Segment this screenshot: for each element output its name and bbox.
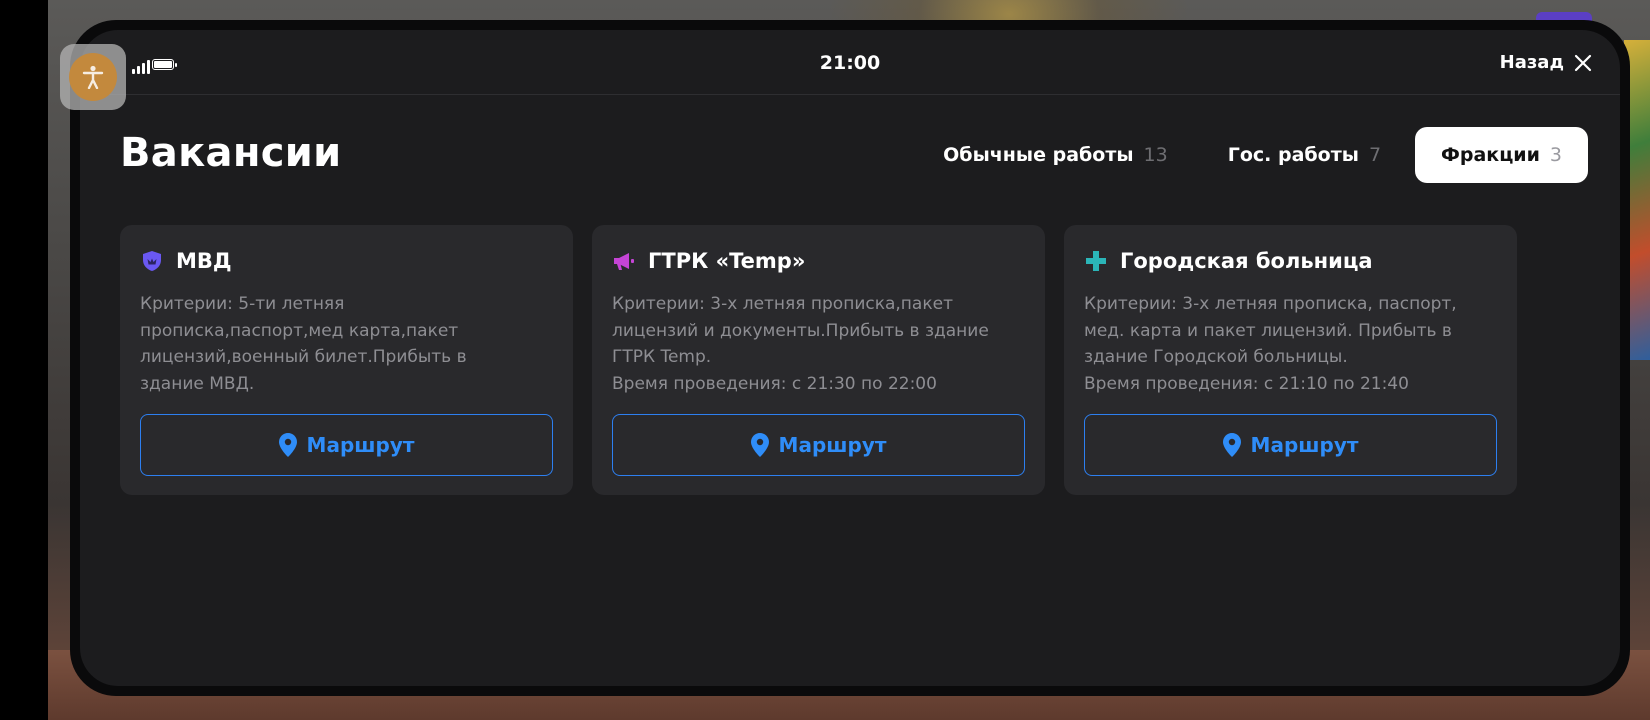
route-label: Маршрут bbox=[778, 433, 887, 457]
assistive-touch-button[interactable] bbox=[60, 44, 126, 110]
tab-regular-jobs[interactable]: Обычные работы 13 bbox=[917, 127, 1194, 183]
card-title: Городская больница bbox=[1120, 249, 1373, 273]
route-label: Маршрут bbox=[1250, 433, 1359, 457]
tab-label: Фракции bbox=[1441, 144, 1540, 166]
medical-cross-icon bbox=[1086, 251, 1106, 271]
map-pin-icon bbox=[1222, 433, 1241, 457]
back-button[interactable]: Назад bbox=[1500, 52, 1592, 73]
back-label: Назад bbox=[1499, 52, 1564, 73]
map-pin-icon bbox=[750, 433, 769, 457]
tab-factions[interactable]: Фракции 3 bbox=[1415, 127, 1588, 183]
route-button[interactable]: Маршрут bbox=[612, 414, 1025, 476]
tab-label: Гос. работы bbox=[1227, 144, 1359, 166]
status-bar: 21:00 Назад bbox=[80, 30, 1620, 95]
accessibility-icon bbox=[82, 65, 104, 89]
tab-label: Обычные работы bbox=[943, 144, 1134, 166]
card-title: МВД bbox=[176, 249, 232, 273]
map-pin-icon bbox=[278, 433, 297, 457]
card-description: Критерии: 3-х летняя прописка,пакет лице… bbox=[612, 294, 989, 394]
tab-count: 13 bbox=[1143, 144, 1168, 166]
vacancy-card-mvd: МВД Критерии: 5-ти летняя прописка,паспо… bbox=[120, 225, 573, 495]
close-icon bbox=[1574, 54, 1592, 71]
status-time: 21:00 bbox=[819, 52, 881, 74]
phone-screen: 21:00 Назад Вакансии Обычные работы 13 Г… bbox=[80, 30, 1620, 686]
card-description: Критерии: 3-х летняя прописка, паспорт, … bbox=[1084, 294, 1457, 394]
vacancy-card-gtrk: ГТРК «Temp» Критерии: 3-х летняя прописк… bbox=[592, 225, 1045, 495]
tab-government-jobs[interactable]: Гос. работы 7 bbox=[1202, 127, 1407, 183]
page-title: Вакансии bbox=[120, 130, 342, 176]
route-button[interactable]: Маршрут bbox=[1084, 414, 1497, 476]
route-label: Маршрут bbox=[306, 433, 415, 457]
tab-count: 7 bbox=[1368, 144, 1382, 166]
vacancy-list: МВД Критерии: 5-ти летняя прописка,паспо… bbox=[120, 225, 1518, 495]
route-button[interactable]: Маршрут bbox=[140, 414, 553, 476]
megaphone-icon bbox=[614, 253, 634, 270]
shield-icon bbox=[143, 251, 161, 271]
vacancy-card-hospital: Городская больница Критерии: 3-х летняя … bbox=[1064, 225, 1517, 495]
card-description: Критерии: 5-ти летняя прописка,паспорт,м… bbox=[140, 294, 467, 394]
tab-bar: Обычные работы 13 Гос. работы 7 Фракции … bbox=[917, 127, 1588, 183]
tab-count: 3 bbox=[1549, 144, 1562, 166]
phone-frame: 21:00 Назад Вакансии Обычные работы 13 Г… bbox=[70, 20, 1630, 696]
card-title: ГТРК «Temp» bbox=[648, 249, 806, 273]
